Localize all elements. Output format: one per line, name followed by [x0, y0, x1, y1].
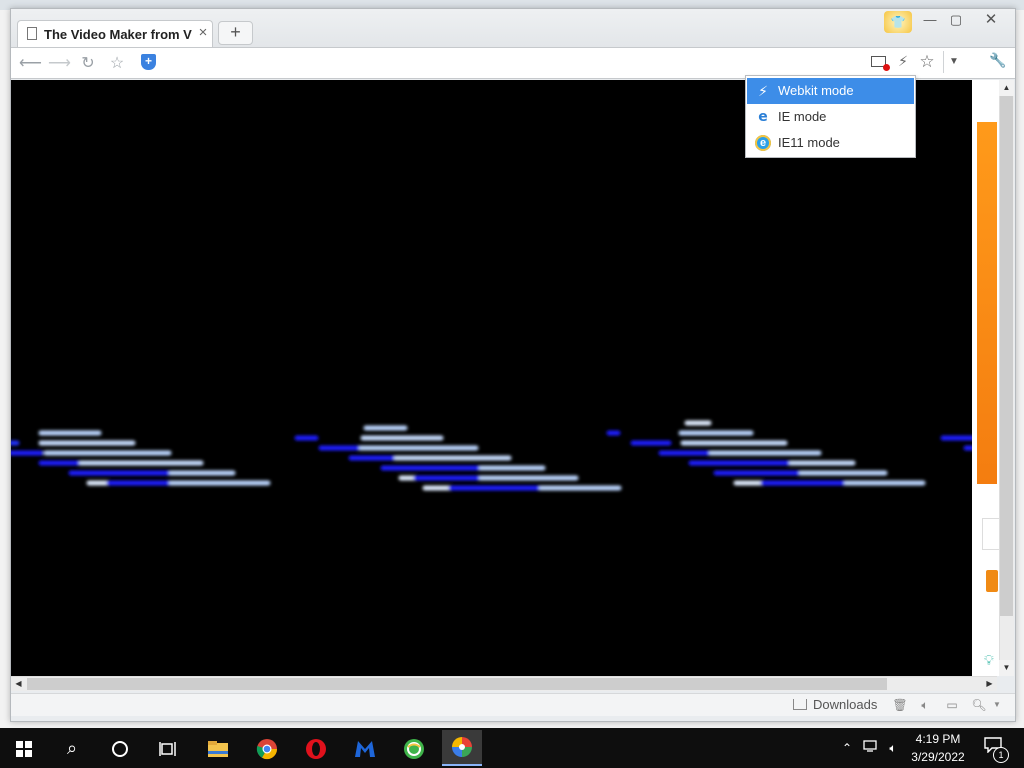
clock-time[interactable]: 4:19 PM: [906, 732, 970, 746]
menu-item-ie11-mode[interactable]: e IE11 mode: [747, 130, 914, 156]
download-tray-icon: [793, 699, 807, 710]
reload-button[interactable]: ↻: [77, 53, 99, 75]
page-icon: [27, 27, 37, 40]
scroll-left-arrow-icon[interactable]: ◀: [11, 677, 26, 691]
zoom-icon[interactable]: 🔍︎: [971, 697, 987, 713]
page-side-panel: 💡︎ ▲ ▼: [972, 80, 1014, 676]
maximize-button[interactable]: ▢: [943, 11, 969, 29]
file-explorer-icon[interactable]: [198, 732, 238, 764]
vertical-scroll-thumb[interactable]: [1000, 96, 1013, 616]
side-banner: [977, 122, 997, 484]
menu-item-label: IE11 mode: [778, 135, 840, 150]
bookmark-star-icon[interactable]: ☆: [917, 52, 937, 72]
speaker-icon[interactable]: 🔈︎: [917, 697, 933, 713]
opera-icon[interactable]: [296, 732, 336, 764]
screen-capture-icon[interactable]: [871, 56, 890, 71]
taskbar: ⌕ ⌃ 🔈︎ 4:19 PM 3/29/2022 1: [0, 728, 1024, 768]
menu-item-label: IE mode: [778, 109, 827, 124]
notification-count-badge: 1: [993, 747, 1009, 763]
skin-shirt-icon[interactable]: 👕: [884, 11, 912, 33]
status-bar: Downloads 🗑︎ 🔈︎ ▭ 🔍︎ ▼: [11, 693, 1015, 716]
chevron-up-icon[interactable]: ⌃: [838, 739, 856, 757]
zoom-dropdown-icon[interactable]: ▼: [989, 697, 1005, 713]
audio-visualizer: [11, 420, 972, 491]
video-maker-icon[interactable]: [442, 730, 482, 766]
volume-icon[interactable]: 🔈︎: [884, 739, 902, 757]
forward-button[interactable]: ⟶: [48, 53, 71, 75]
horizontal-scroll-thumb[interactable]: [27, 678, 887, 690]
address-bar[interactable]: + ⚡︎ ☆ ▼: [137, 51, 973, 75]
horizontal-scrollbar[interactable]: ◀ ▶: [11, 676, 997, 691]
task-view-icon[interactable]: [148, 732, 188, 764]
tab-active[interactable]: The Video Maker from V ×: [17, 20, 213, 48]
shield-icon[interactable]: +: [141, 54, 156, 70]
clock-date[interactable]: 3/29/2022: [906, 750, 970, 764]
lightbulb-icon[interactable]: 💡︎: [984, 652, 996, 668]
tab-close-button[interactable]: ×: [196, 24, 210, 42]
menu-item-ie-mode[interactable]: e IE mode: [747, 104, 914, 130]
scroll-up-arrow-icon[interactable]: ▲: [999, 80, 1014, 96]
favorites-button[interactable]: ☆: [106, 53, 128, 75]
network-icon[interactable]: [862, 739, 880, 757]
menu-item-webkit-mode[interactable]: ⚡︎ Webkit mode: [747, 78, 914, 104]
side-logo-icon: [986, 570, 998, 592]
minimize-button[interactable]: —: [917, 11, 943, 29]
tab-title: The Video Maker from V: [44, 27, 192, 42]
scroll-down-arrow-icon[interactable]: ▼: [999, 660, 1014, 676]
malwarebytes-icon[interactable]: [345, 732, 385, 764]
new-tab-button[interactable]: +: [218, 21, 253, 45]
ie11-icon: e: [755, 135, 771, 151]
back-button[interactable]: ⟵: [19, 53, 42, 75]
close-window-button[interactable]: ✕: [977, 11, 1005, 29]
browser-mode-menu: ⚡︎ Webkit mode e IE mode e IE11 mode: [745, 75, 916, 158]
scroll-right-arrow-icon[interactable]: ▶: [982, 677, 997, 691]
downloads-button[interactable]: Downloads: [793, 697, 877, 713]
lightning-icon: ⚡︎: [758, 83, 768, 99]
wrench-icon[interactable]: 🔧: [985, 52, 1011, 74]
lightning-icon[interactable]: ⚡︎: [895, 53, 911, 71]
screen-icon[interactable]: ▭: [944, 697, 960, 713]
cortana-icon[interactable]: [100, 732, 140, 764]
video-viewport[interactable]: [11, 80, 972, 676]
360-browser-icon[interactable]: [394, 732, 434, 764]
address-dropdown-button[interactable]: ▼: [943, 51, 964, 73]
side-card: [982, 518, 1000, 550]
search-icon[interactable]: ⌕: [52, 732, 92, 764]
ie-icon: e: [758, 109, 768, 125]
chrome-icon[interactable]: [247, 732, 287, 764]
menu-item-label: Webkit mode: [778, 83, 854, 98]
downloads-label: Downloads: [813, 697, 878, 712]
windows-start-icon[interactable]: [4, 732, 44, 764]
tab-strip: The Video Maker from V × + 👕 — ▢ ✕: [11, 9, 1015, 48]
trash-icon[interactable]: 🗑︎: [892, 697, 908, 713]
